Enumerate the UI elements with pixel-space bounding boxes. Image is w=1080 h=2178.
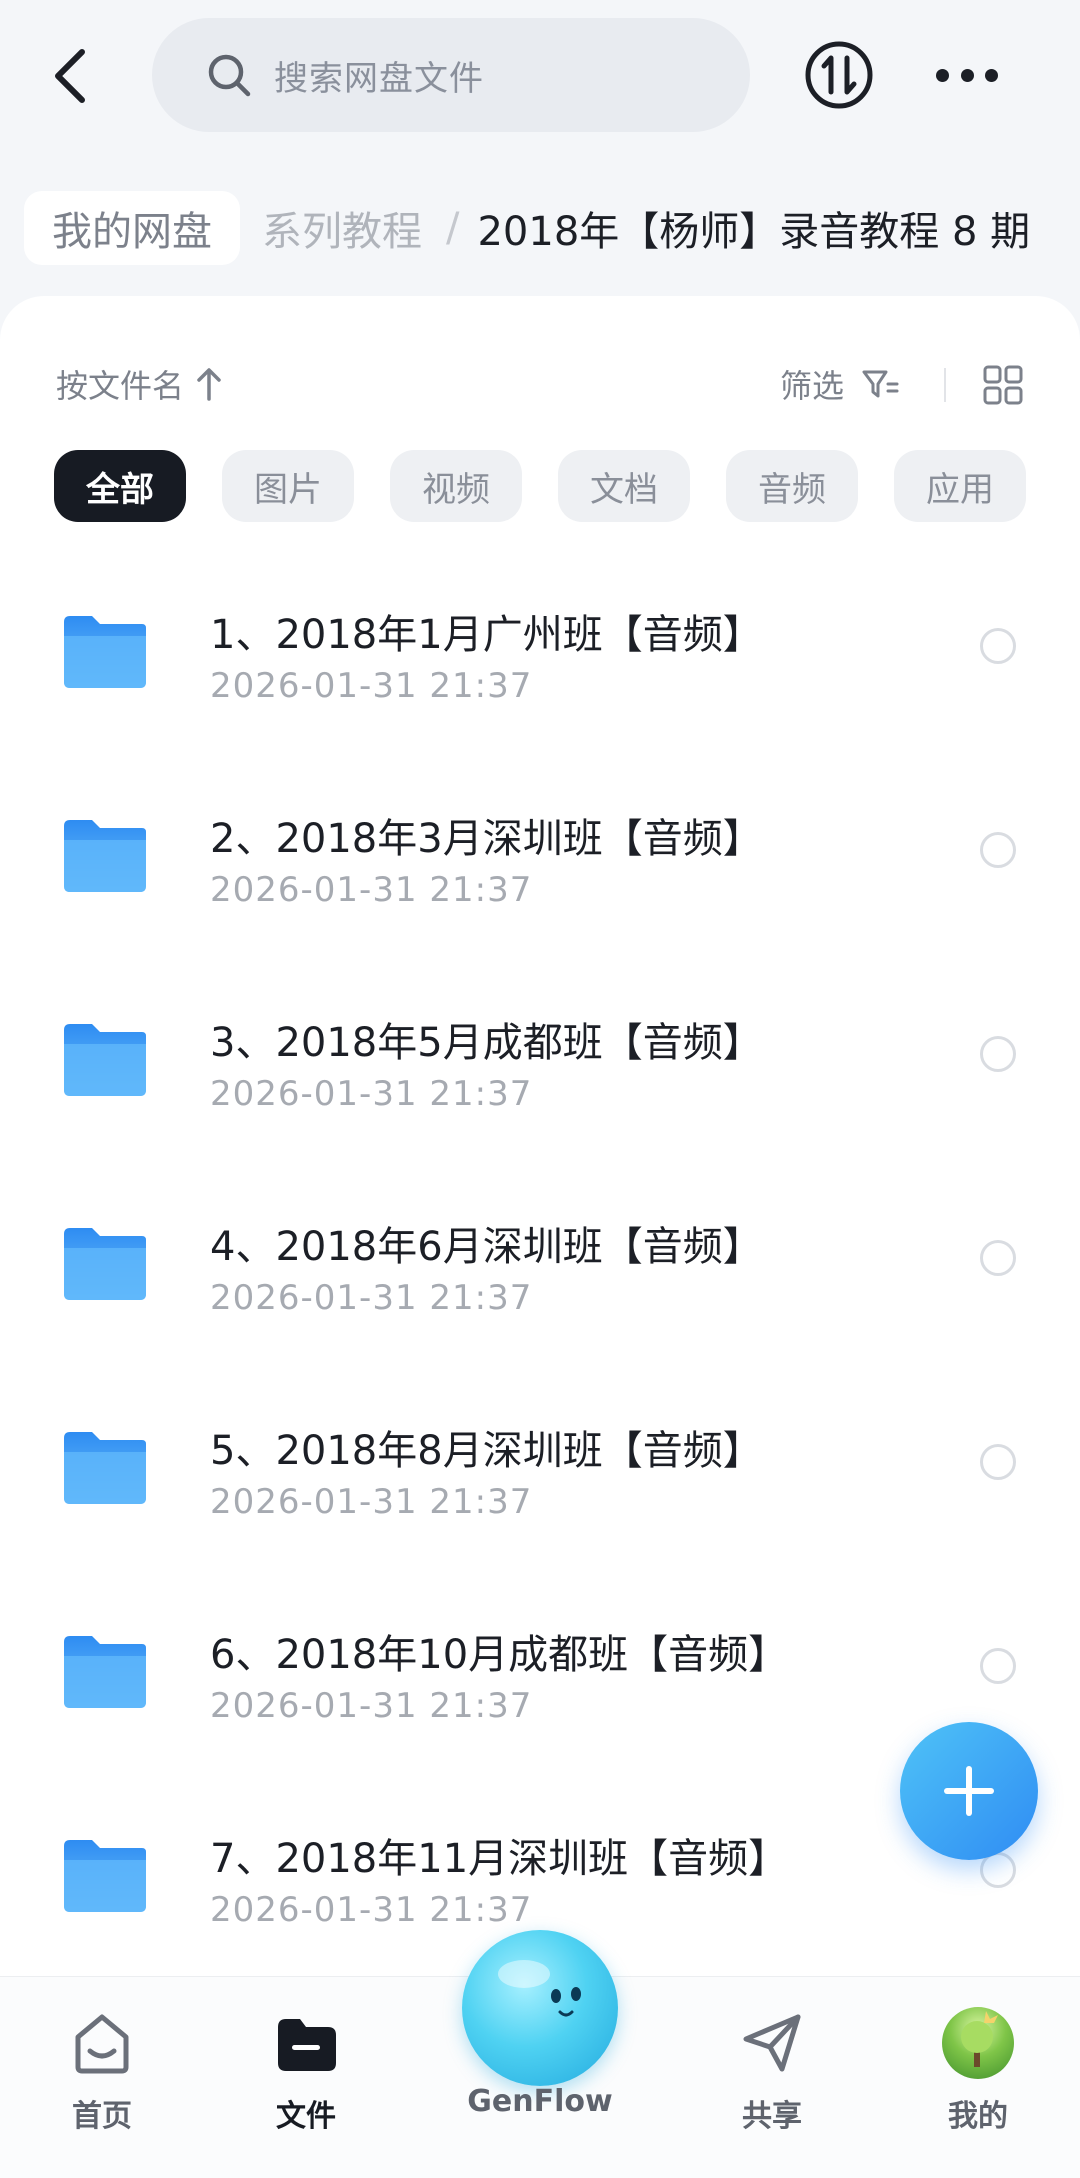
- folder-icon: [64, 1840, 146, 1912]
- file-name: 3、2018年5月成都班【音频】: [210, 1020, 763, 1066]
- plus-icon: [944, 1766, 994, 1816]
- add-button[interactable]: [900, 1722, 1038, 1860]
- file-name: 4、2018年6月深圳班【音频】: [210, 1224, 763, 1270]
- select-checkbox[interactable]: [980, 1444, 1016, 1480]
- avatar: [942, 2007, 1014, 2079]
- file-name: 5、2018年8月深圳班【音频】: [210, 1428, 763, 1474]
- search-placeholder: 搜索网盘文件: [274, 58, 484, 99]
- category-chips: 全部 图片 视频 文档 音频 应用: [54, 450, 1080, 522]
- nav-files-label: 文件: [276, 2099, 336, 2134]
- folder-icon: [64, 1432, 146, 1504]
- search-bar[interactable]: 搜索网盘文件: [152, 18, 750, 132]
- breadcrumb-root[interactable]: 我的网盘: [24, 191, 240, 265]
- chip-images[interactable]: 图片: [222, 450, 354, 522]
- chip-all[interactable]: 全部: [54, 450, 186, 522]
- chip-apps[interactable]: 应用: [894, 450, 1026, 522]
- folder-icon: [64, 820, 146, 892]
- filter-label: 筛选: [780, 367, 845, 405]
- nav-share[interactable]: 共享: [692, 2007, 852, 2157]
- toolbar-divider: [944, 368, 946, 402]
- file-row[interactable]: 3、2018年5月成都班【音频】 2026-01-31 21:37: [0, 988, 1080, 1192]
- file-name: 6、2018年10月成都班【音频】: [210, 1632, 789, 1678]
- send-icon: [743, 2014, 801, 2072]
- nav-home[interactable]: 首页: [22, 2007, 182, 2157]
- file-date: 2026-01-31 21:37: [210, 1686, 533, 1726]
- nav-mine-label: 我的: [948, 2099, 1008, 2134]
- file-date: 2026-01-31 21:37: [210, 1074, 533, 1114]
- chevron-left-icon: [55, 49, 85, 103]
- select-checkbox[interactable]: [980, 1036, 1016, 1072]
- breadcrumb-middle[interactable]: 系列教程: [262, 199, 422, 257]
- file-date: 2026-01-31 21:37: [210, 1278, 533, 1318]
- file-date: 2026-01-31 21:37: [210, 1890, 533, 1930]
- file-name: 2、2018年3月深圳班【音频】: [210, 816, 763, 862]
- folder-icon: [64, 1636, 146, 1708]
- chip-documents[interactable]: 文档: [558, 450, 690, 522]
- sort-button[interactable]: 按文件名: [56, 361, 184, 407]
- nav-mine[interactable]: 我的: [898, 2007, 1058, 2157]
- file-panel: 按文件名 筛选 全部 图片 视频 文档 音频 应用 1、2018年1月广州班【音…: [0, 296, 1080, 2178]
- select-checkbox[interactable]: [980, 832, 1016, 868]
- grid-view-icon[interactable]: [982, 364, 1024, 406]
- chip-videos[interactable]: 视频: [390, 450, 522, 522]
- more-dot: [936, 68, 949, 82]
- home-icon: [75, 2014, 129, 2074]
- nav-share-label: 共享: [742, 2099, 802, 2134]
- breadcrumb-separator: /: [446, 205, 460, 251]
- arrow-up-icon[interactable]: [196, 367, 222, 401]
- folder-icon: [64, 1024, 146, 1096]
- select-checkbox[interactable]: [980, 1240, 1016, 1276]
- more-dot: [960, 68, 974, 82]
- genflow-mascot-icon: [498, 1960, 581, 2017]
- file-row[interactable]: 5、2018年8月深圳班【音频】 2026-01-31 21:37: [0, 1396, 1080, 1600]
- folder-icon: [64, 616, 146, 688]
- page: 搜索网盘文件 我的网盘 系列教程 / 2018年【杨师】录音教程 8 期 按文件…: [0, 0, 1080, 2178]
- transfer-button[interactable]: [804, 40, 874, 110]
- file-row[interactable]: 4、2018年6月深圳班【音频】 2026-01-31 21:37: [0, 1192, 1080, 1396]
- breadcrumb-current: 2018年【杨师】录音教程 8 期: [477, 209, 1031, 255]
- nav-genflow-label[interactable]: GenFlow: [440, 2084, 640, 2119]
- file-name: 7、2018年11月深圳班【音频】: [210, 1836, 789, 1882]
- nav-files[interactable]: 文件: [226, 2007, 386, 2157]
- sort-bar: 按文件名 筛选: [56, 354, 1026, 414]
- folder-icon: [64, 1228, 146, 1300]
- nav-home-label: 首页: [72, 2099, 132, 2134]
- more-dot: [985, 68, 998, 82]
- filter-icon: [862, 370, 899, 398]
- file-date: 2026-01-31 21:37: [210, 1482, 533, 1522]
- file-date: 2026-01-31 21:37: [210, 666, 533, 706]
- file-date: 2026-01-31 21:37: [210, 870, 533, 910]
- chip-audio[interactable]: 音频: [726, 450, 858, 522]
- top-bar: 搜索网盘文件: [0, 0, 1080, 150]
- filter-button[interactable]: 筛选: [780, 354, 900, 414]
- file-name: 1、2018年1月广州班【音频】: [210, 612, 763, 658]
- breadcrumb: 我的网盘 系列教程 / 2018年【杨师】录音教程 8 期: [24, 190, 1080, 266]
- select-checkbox[interactable]: [980, 1648, 1016, 1684]
- crown-icon: [961, 2011, 998, 2067]
- back-button[interactable]: [42, 40, 98, 112]
- search-icon: [208, 54, 251, 97]
- more-button[interactable]: [936, 40, 998, 110]
- file-row[interactable]: 2、2018年3月深圳班【音频】 2026-01-31 21:37: [0, 784, 1080, 988]
- select-checkbox[interactable]: [980, 628, 1016, 664]
- genflow-button[interactable]: [462, 1930, 618, 2086]
- transfer-icon: [805, 41, 873, 109]
- folder-filled-icon: [278, 2019, 336, 2071]
- file-row[interactable]: 1、2018年1月广州班【音频】 2026-01-31 21:37: [0, 580, 1080, 784]
